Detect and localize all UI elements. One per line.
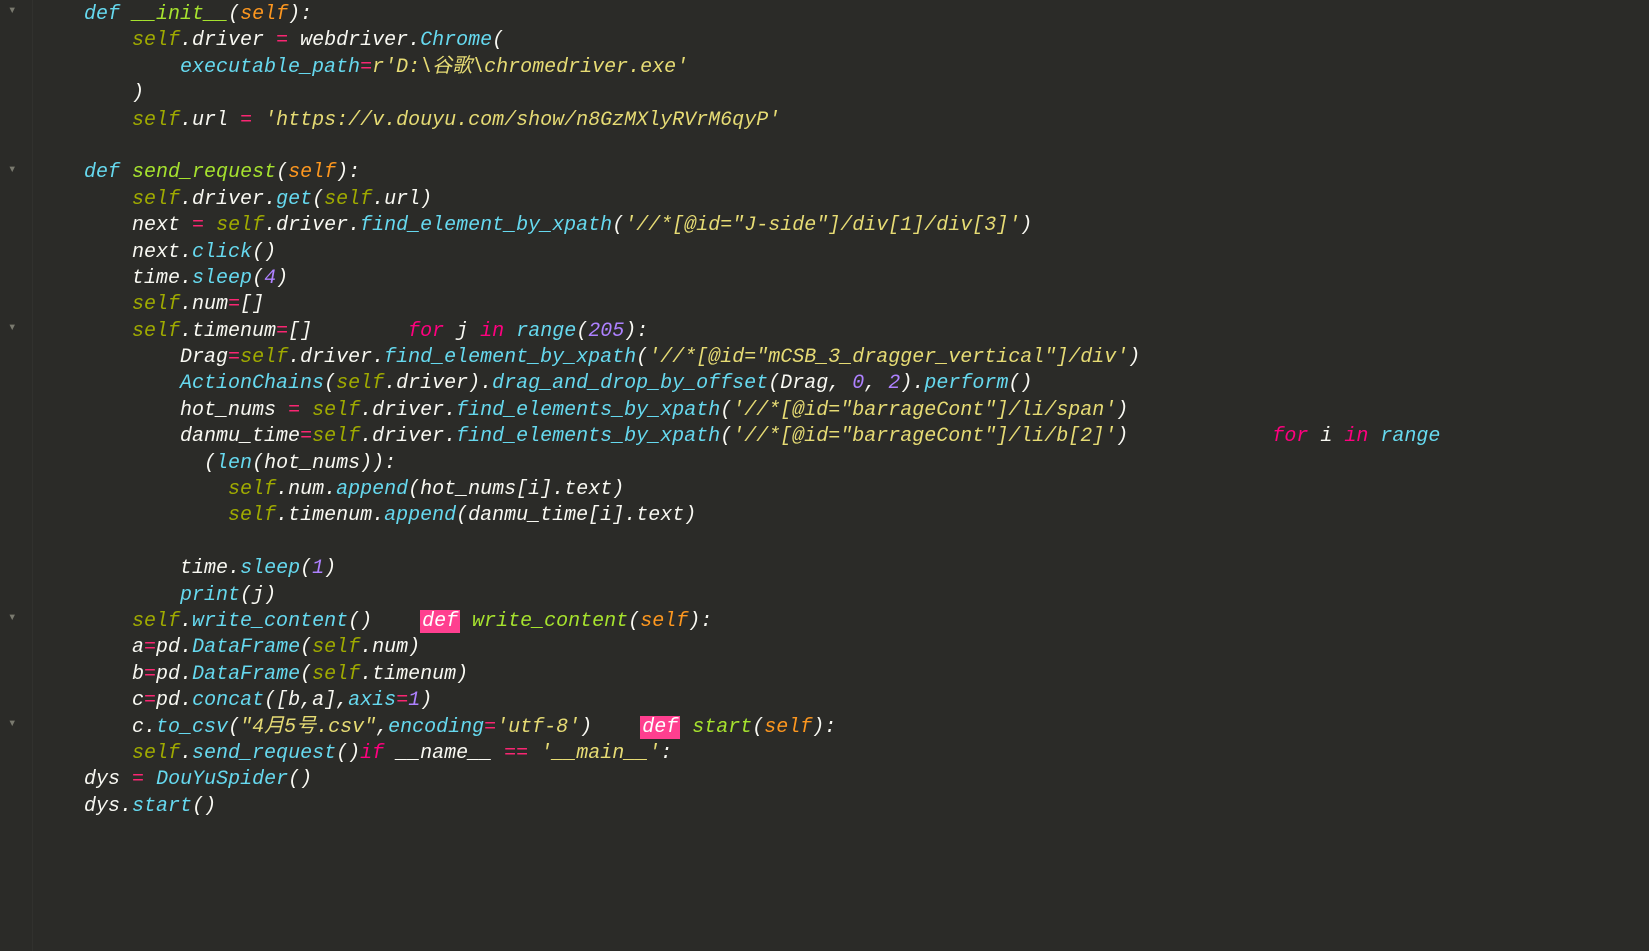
code-line: self.write_content() def write_content(s… xyxy=(36,610,712,633)
code-line: hot_nums = self.driver.find_elements_by_… xyxy=(36,399,1128,422)
code-line: next = self.driver.find_element_by_xpath… xyxy=(36,214,1032,237)
code-line: self.num=[] xyxy=(36,293,264,316)
code-line: Drag=self.driver.find_element_by_xpath('… xyxy=(36,346,1140,369)
code-line: danmu_time=self.driver.find_elements_by_… xyxy=(36,425,1440,448)
code-line: executable_path=r'D:\谷歌\chromedriver.exe… xyxy=(36,56,688,79)
code-line: self.num.append(hot_nums[i].text) xyxy=(36,478,624,501)
code-line: c.to_csv("4月5号.csv",encoding='utf-8') de… xyxy=(36,716,836,739)
code-line: a=pd.DataFrame(self.num) xyxy=(36,636,420,659)
code-line: dys.start() xyxy=(36,795,216,818)
code-line: self.send_request()if __name__ == '__mai… xyxy=(36,742,672,765)
code-line: self.timenum.append(danmu_time[i].text) xyxy=(36,504,696,527)
code-editor[interactable]: def __init__(self): self.driver = webdri… xyxy=(0,0,1649,820)
code-line: b=pd.DataFrame(self.timenum) xyxy=(36,663,468,686)
code-line: dys = DouYuSpider() xyxy=(36,768,312,791)
code-line: self.url = 'https://v.douyu.com/show/n8G… xyxy=(36,109,780,132)
code-line: (len(hot_nums)): xyxy=(36,452,396,475)
code-line: def send_request(self): xyxy=(36,161,360,184)
code-line: ) xyxy=(36,82,144,105)
code-line: time.sleep(4) xyxy=(36,267,288,290)
code-line xyxy=(36,531,48,554)
code-line xyxy=(36,135,48,158)
code-line: next.click() xyxy=(36,241,276,264)
code-line: c=pd.concat([b,a],axis=1) xyxy=(36,689,432,712)
code-line: self.driver.get(self.url) xyxy=(36,188,432,211)
code-line: ActionChains(self.driver).drag_and_drop_… xyxy=(36,372,1032,395)
code-line: time.sleep(1) xyxy=(36,557,336,580)
code-line: self.driver = webdriver.Chrome( xyxy=(36,29,504,52)
code-line: def __init__(self): xyxy=(36,3,312,26)
code-line: print(j) xyxy=(36,584,276,607)
code-line: self.timenum=[] for j in range(205): xyxy=(36,320,648,343)
